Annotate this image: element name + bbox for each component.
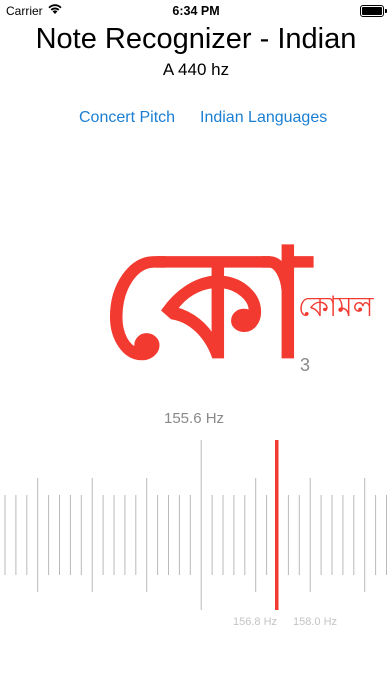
tuner-scale bbox=[4, 440, 387, 610]
concert-pitch-button[interactable]: Concert Pitch bbox=[79, 109, 175, 127]
pitch-indicator bbox=[275, 440, 279, 610]
battery-icon bbox=[360, 5, 387, 17]
note-symbol: কো bbox=[100, 218, 310, 392]
reference-pitch: A 440 hz bbox=[162, 60, 230, 79]
detected-frequency: 155.6 Hz bbox=[164, 410, 225, 427]
status-bar: Carrier 6:34 PM bbox=[0, 0, 392, 22]
page-title: Note Recognizer - Indian bbox=[35, 23, 357, 55]
status-time: 6:34 PM bbox=[172, 4, 220, 18]
scale-label-right: 158.0 Hz bbox=[293, 616, 338, 628]
scale-label-left: 156.8 Hz bbox=[233, 616, 278, 628]
indian-languages-button[interactable]: Indian Languages bbox=[200, 109, 327, 127]
note-name: কোমল bbox=[298, 290, 374, 323]
note-octave: 3 bbox=[300, 355, 311, 375]
